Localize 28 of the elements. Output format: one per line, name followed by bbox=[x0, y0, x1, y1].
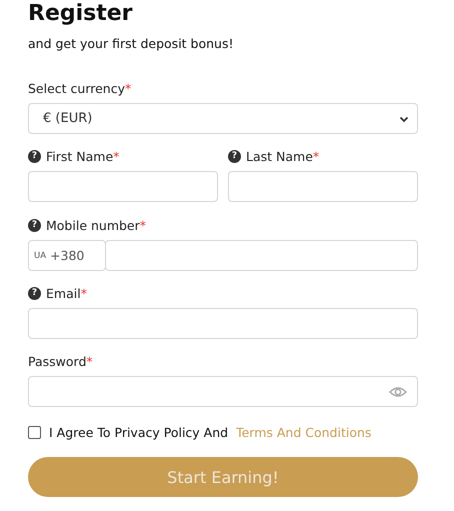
page-title: Register bbox=[28, 0, 134, 28]
field-label: Password bbox=[28, 354, 86, 368]
email-input[interactable] bbox=[28, 308, 418, 339]
field-label: First Name bbox=[46, 148, 114, 164]
agree-checkbox[interactable] bbox=[28, 426, 41, 439]
field-label: Last Name bbox=[246, 148, 313, 164]
agree-label: I Agree To Privacy Policy And bbox=[49, 425, 228, 440]
field-label: Mobile number bbox=[46, 218, 140, 232]
phone-input[interactable] bbox=[105, 240, 418, 271]
text-input[interactable] bbox=[228, 171, 418, 202]
field-label: Select currency bbox=[28, 80, 125, 96]
eye-icon[interactable] bbox=[389, 384, 407, 398]
required-mark: * bbox=[86, 354, 93, 368]
country-code-select[interactable]: UA +380 bbox=[28, 240, 106, 271]
help-icon[interactable]: ? bbox=[28, 286, 41, 300]
help-icon[interactable]: ? bbox=[28, 150, 41, 162]
password-input[interactable] bbox=[28, 376, 418, 407]
help-icon[interactable]: ? bbox=[28, 218, 41, 232]
required-mark: * bbox=[125, 80, 132, 96]
required-mark: * bbox=[113, 148, 120, 164]
help-icon[interactable]: ? bbox=[228, 150, 241, 162]
required-mark: * bbox=[140, 218, 146, 232]
subtitle: and get your first deposit bonus! bbox=[28, 36, 234, 52]
required-mark: * bbox=[312, 148, 320, 164]
text-input[interactable] bbox=[28, 171, 218, 202]
currency-select[interactable]: € (EUR) bbox=[28, 103, 418, 134]
required-mark: * bbox=[80, 286, 87, 300]
field-label: Email bbox=[46, 286, 81, 300]
